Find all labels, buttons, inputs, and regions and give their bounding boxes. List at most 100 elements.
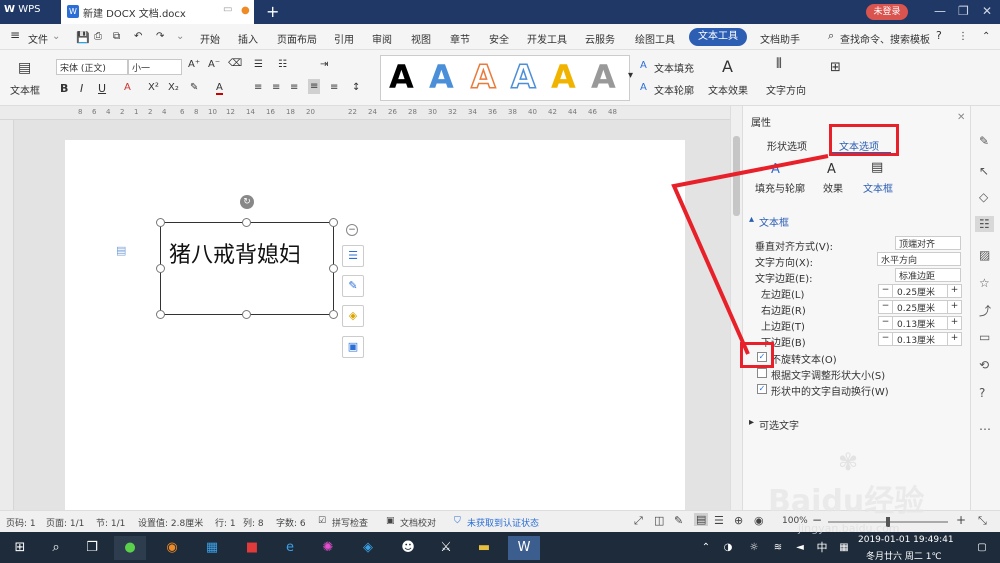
hamburger-icon[interactable]: ≡	[10, 28, 20, 42]
undo-icon[interactable]: ↶	[134, 31, 142, 42]
spell-check-button[interactable]: 拼写检查	[332, 516, 368, 529]
web-view-icon[interactable]: ⊕	[734, 514, 743, 527]
margin-select[interactable]: 标准边距	[895, 268, 961, 282]
resize-handle-bm[interactable]	[242, 310, 251, 319]
shape-outline-icon[interactable]: ✎	[342, 275, 364, 297]
image-icon[interactable]: ▨	[979, 248, 990, 262]
menu-tab-review[interactable]: 审阅	[372, 31, 392, 46]
ie-browser-icon[interactable]: e	[274, 536, 306, 560]
text-fill-button[interactable]: 文本填充	[654, 60, 694, 75]
numbering-icon[interactable]: ☷	[278, 59, 287, 70]
menu-tab-chapter[interactable]: 章节	[450, 31, 470, 46]
indent-icon[interactable]: ⇥	[320, 59, 328, 70]
share-icon[interactable]: ⤴	[979, 302, 991, 319]
gallery-more-icon[interactable]: ▾	[628, 70, 633, 81]
fullscreen-icon[interactable]: ⤡	[978, 514, 987, 528]
subscript-icon[interactable]: X₂	[168, 82, 179, 93]
menu-tab-security[interactable]: 安全	[489, 31, 509, 46]
color-app-icon[interactable]: ✺	[312, 536, 344, 560]
font-color-icon[interactable]: A	[216, 82, 223, 95]
word-count[interactable]: 字数: 6	[276, 516, 306, 529]
dropdown-icon[interactable]: ⌄	[52, 31, 60, 42]
eye-protect-icon[interactable]: ◉	[754, 514, 764, 527]
edit-icon[interactable]: ✎	[979, 134, 989, 148]
row-number[interactable]: 行: 1	[215, 516, 236, 529]
textbox-button[interactable]: 文本框	[10, 82, 40, 97]
zoom-in-icon[interactable]: +	[956, 513, 966, 527]
line-spacing-icon[interactable]: ↕	[352, 82, 360, 93]
proofread-icon[interactable]: ▣	[386, 516, 395, 526]
outline-view-icon[interactable]: ☰	[714, 514, 724, 527]
textbox-content[interactable]: 猪八戒背媳妇	[169, 237, 301, 269]
folder-icon[interactable]: ▬	[468, 536, 500, 560]
menu-tab-developer[interactable]: 开发工具	[527, 31, 567, 46]
wrap-checkbox[interactable]: ✓	[757, 384, 767, 394]
textbox-icon[interactable]: ▤	[18, 60, 31, 76]
print-icon[interactable]: ⎙	[94, 31, 102, 42]
horizontal-ruler[interactable]: 8 6 4 2 1 2 4 6 8 10 12 14 16 18 20 22 2…	[0, 106, 740, 120]
help-icon[interactable]: ?	[936, 29, 942, 42]
clock-date[interactable]: 冬月廿六 周二 1℃	[866, 549, 942, 562]
direction-select[interactable]: 水平方向	[877, 252, 961, 266]
minimize-icon[interactable]: —	[934, 4, 946, 18]
collapse-toolbar-icon[interactable]: −	[346, 224, 358, 236]
restore-icon[interactable]: ❐	[958, 4, 969, 18]
document-page[interactable]	[65, 140, 685, 520]
monitor-icon[interactable]: ▭	[223, 4, 232, 15]
highlight-icon[interactable]: ✎	[190, 82, 198, 93]
bottom-margin-stepper[interactable]: −0.13厘米 +	[878, 332, 962, 346]
menu-tab-text-tools[interactable]: 文本工具	[689, 28, 747, 46]
text-effect-icon[interactable]: A	[722, 57, 733, 76]
valign-select[interactable]: 顶端对齐	[895, 236, 961, 250]
text-outline-icon[interactable]: A	[640, 82, 647, 93]
align-center-icon[interactable]: ≡	[272, 82, 280, 93]
help-circle-icon[interactable]: ?	[979, 386, 985, 400]
menu-tab-start[interactable]: 开始	[200, 31, 220, 46]
column-number[interactable]: 列: 8	[243, 516, 264, 529]
bullets-icon[interactable]: ☰	[254, 59, 263, 70]
page-code[interactable]: 页码: 1	[6, 516, 36, 529]
more-options-icon[interactable]: ⋮	[958, 31, 968, 42]
game-app-icon[interactable]: ⚔	[430, 536, 462, 560]
notification-icon[interactable]: ▢	[966, 536, 998, 560]
close-icon[interactable]: ✕	[982, 4, 992, 18]
proofread-button[interactable]: 文档校对	[400, 516, 436, 529]
decrease-font-icon[interactable]: A⁻	[208, 59, 220, 70]
read-mode-icon[interactable]: ◫	[654, 514, 664, 527]
print-preview-icon[interactable]: ⧉	[113, 31, 120, 42]
panel-close-icon[interactable]: ✕	[957, 112, 965, 123]
art-style-orange-outline[interactable]: A	[470, 57, 496, 97]
selected-textbox[interactable]: 猪八戒背媳妇	[160, 222, 334, 315]
windows-start-icon[interactable]: ⊞	[4, 536, 36, 560]
ime-grid-icon[interactable]: ▦	[828, 536, 860, 560]
art-style-gold[interactable]: A	[551, 58, 576, 96]
left-margin-stepper[interactable]: −0.25厘米 +	[878, 284, 962, 298]
cert-status[interactable]: 未获取到认证状态	[467, 516, 539, 529]
office-app-icon[interactable]: ◈	[352, 536, 384, 560]
sub-tab-textbox[interactable]: 文本框	[863, 180, 893, 195]
redo-icon[interactable]: ↷	[156, 31, 164, 42]
search-icon[interactable]: ⌕	[40, 536, 72, 560]
qq-icon[interactable]: ☻	[392, 536, 424, 560]
spell-check-icon[interactable]: ☑	[318, 516, 326, 526]
collapse-ribbon-icon[interactable]: ⌃	[982, 31, 990, 42]
properties-icon[interactable]: ☷	[975, 216, 994, 232]
menu-tab-drawing[interactable]: 绘图工具	[635, 31, 675, 46]
vertical-ruler[interactable]	[0, 120, 14, 510]
menu-tab-insert[interactable]: 插入	[238, 31, 258, 46]
select-icon[interactable]: ↖	[979, 164, 989, 178]
art-style-blue[interactable]: A	[429, 58, 454, 96]
page-view-icon[interactable]: ▤	[694, 513, 709, 526]
more-tools-icon[interactable]: ⊞	[830, 60, 841, 75]
art-style-black[interactable]: A	[389, 58, 414, 96]
menu-tab-assistant[interactable]: 文档助手	[760, 31, 800, 46]
menu-tab-cloud[interactable]: 云服务	[585, 31, 615, 46]
alt-text-expand-icon[interactable]: ▸	[749, 417, 754, 428]
store-icon[interactable]: ▦	[196, 536, 228, 560]
save-icon[interactable]: 💾	[76, 31, 90, 44]
more-icon[interactable]: ⌄	[176, 31, 184, 42]
superscript-icon[interactable]: X²	[148, 82, 159, 93]
font-size-select[interactable]: 小一	[128, 59, 182, 75]
font-family-select[interactable]: 宋体 (正文)	[56, 59, 128, 75]
document-canvas[interactable]	[14, 120, 730, 520]
